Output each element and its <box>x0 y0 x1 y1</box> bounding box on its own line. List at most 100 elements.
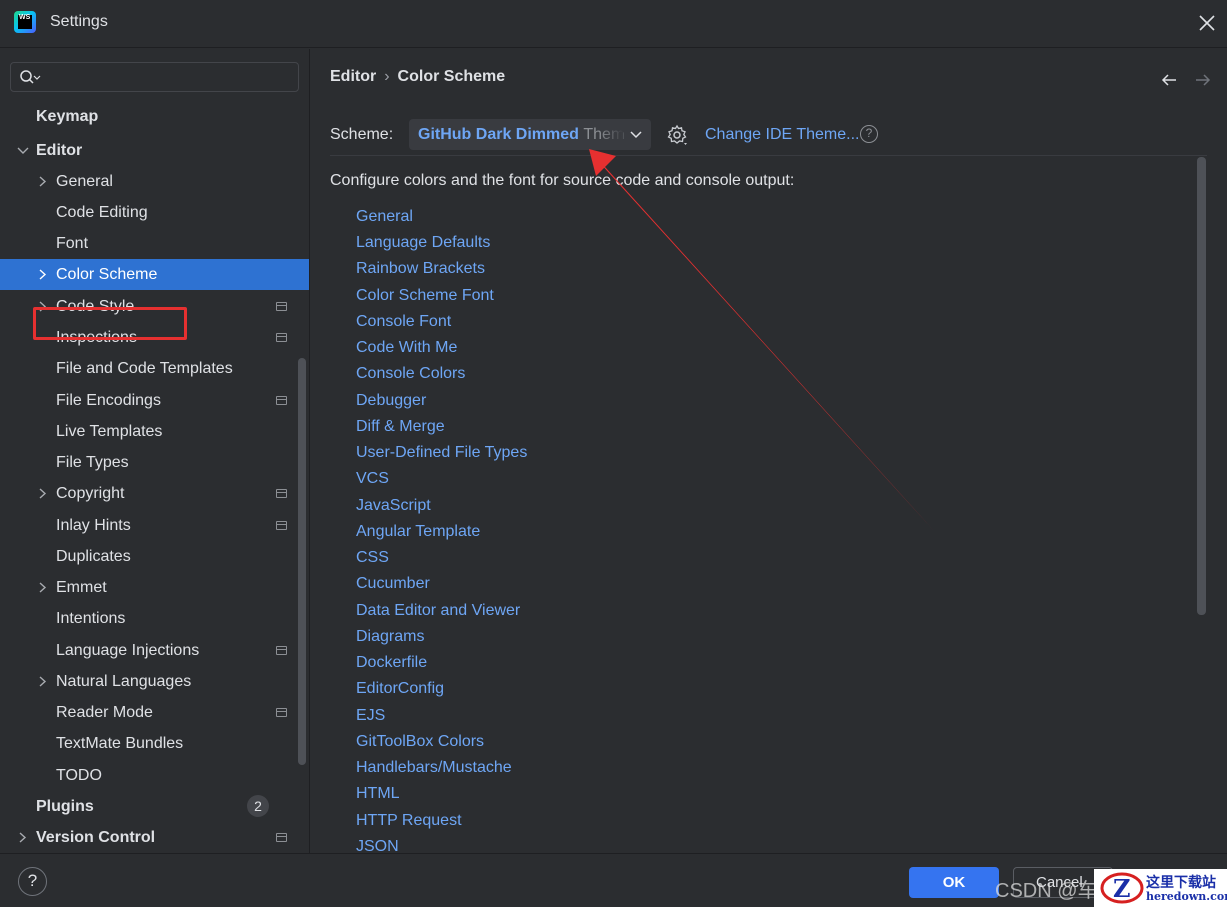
change-ide-theme-link[interactable]: Change IDE Theme... <box>705 126 859 144</box>
category-link-diff-merge[interactable]: Diff & Merge <box>356 417 445 437</box>
sidebar-item-code-editing[interactable]: Code Editing <box>0 197 309 228</box>
window-title: Settings <box>50 13 108 30</box>
forward-arrow-icon[interactable] <box>1194 71 1212 89</box>
sidebar-item-color-scheme[interactable]: Color Scheme <box>0 259 309 290</box>
chevron-down-icon[interactable] <box>17 146 29 156</box>
heredown-logo-icon: Z <box>1100 872 1144 904</box>
project-settings-icon <box>276 489 287 498</box>
breadcrumb: Editor › Color Scheme <box>330 68 505 86</box>
search-input[interactable] <box>10 62 299 92</box>
search-icon <box>20 70 41 84</box>
sidebar-item-plugins[interactable]: Plugins 2 <box>0 791 309 822</box>
sidebar-item-version-control[interactable]: Version Control <box>0 822 309 853</box>
watermark-line1: 这里下载站 <box>1146 875 1216 891</box>
sidebar-item-file-encodings[interactable]: File Encodings <box>0 385 309 416</box>
category-link-angular-template[interactable]: Angular Template <box>356 522 480 542</box>
category-link-http-request[interactable]: HTTP Request <box>356 811 462 831</box>
sidebar-item-label: Duplicates <box>56 548 131 565</box>
sidebar-item-todo[interactable]: TODO <box>0 760 309 791</box>
category-link-javascript[interactable]: JavaScript <box>356 496 431 516</box>
category-link-debugger[interactable]: Debugger <box>356 391 426 411</box>
sidebar-item-emmet[interactable]: Emmet <box>0 572 309 603</box>
gear-icon[interactable] <box>666 124 688 146</box>
sidebar-item-label: Code Editing <box>56 204 148 221</box>
sidebar-item-general[interactable]: General <box>0 166 309 197</box>
sidebar-item-copyright[interactable]: Copyright <box>0 478 309 509</box>
help-button[interactable]: ? <box>18 867 47 896</box>
close-icon[interactable] <box>1196 12 1218 34</box>
sidebar-item-file-types[interactable]: File Types <box>0 447 309 478</box>
breadcrumb-editor[interactable]: Editor <box>330 68 376 85</box>
category-link-dockerfile[interactable]: Dockerfile <box>356 653 427 673</box>
category-link-gittoolbox-colors[interactable]: GitToolBox Colors <box>356 732 484 752</box>
scheme-value: GitHub Dark Dimmed <box>418 126 579 143</box>
category-link-user-defined-file-types[interactable]: User-Defined File Types <box>356 443 527 463</box>
chevron-right-icon[interactable] <box>37 488 48 499</box>
content-scrollbar[interactable] <box>1197 157 1206 615</box>
chevron-down-icon <box>630 131 642 139</box>
watermark-line2: heredown.com <box>1146 890 1227 903</box>
scheme-dropdown[interactable]: GitHub Dark Dimmed Them <box>409 119 651 150</box>
ok-button[interactable]: OK <box>909 867 999 898</box>
sidebar-item-label: General <box>56 173 113 190</box>
sidebar-item-duplicates[interactable]: Duplicates <box>0 541 309 572</box>
sidebar-item-label: Reader Mode <box>56 704 153 721</box>
chevron-right-icon[interactable] <box>37 582 48 593</box>
back-arrow-icon[interactable] <box>1160 71 1178 89</box>
sidebar-item-label: Plugins <box>36 798 94 815</box>
scheme-label: Scheme: <box>330 126 394 143</box>
chevron-right-icon[interactable] <box>17 832 28 843</box>
sidebar-item-editor[interactable]: Editor <box>0 135 309 166</box>
project-settings-icon <box>276 833 287 842</box>
sidebar-item-label: Live Templates <box>56 423 163 440</box>
sidebar-item-label: File Types <box>56 454 129 471</box>
category-link-general[interactable]: General <box>356 207 413 227</box>
category-link-console-font[interactable]: Console Font <box>356 312 451 332</box>
sidebar-item-file-and-code-templates[interactable]: File and Code Templates <box>0 353 309 384</box>
category-link-handlebars-mustache[interactable]: Handlebars/Mustache <box>356 758 512 778</box>
separator <box>330 155 1207 156</box>
category-link-cucumber[interactable]: Cucumber <box>356 574 430 594</box>
category-link-html[interactable]: HTML <box>356 784 400 804</box>
category-link-console-colors[interactable]: Console Colors <box>356 364 465 384</box>
sidebar-item-label: File and Code Templates <box>56 360 233 377</box>
category-link-color-scheme-font[interactable]: Color Scheme Font <box>356 286 494 306</box>
project-settings-icon <box>276 302 287 311</box>
project-settings-icon <box>276 521 287 530</box>
sidebar-item-keymap[interactable]: Keymap <box>0 101 309 132</box>
sidebar-item-textmate-bundles[interactable]: TextMate Bundles <box>0 728 309 759</box>
sidebar-item-language-injections[interactable]: Language Injections <box>0 635 309 666</box>
category-link-data-editor-and-viewer[interactable]: Data Editor and Viewer <box>356 601 520 621</box>
sidebar-item-natural-languages[interactable]: Natural Languages <box>0 666 309 697</box>
category-link-code-with-me[interactable]: Code With Me <box>356 338 457 358</box>
sidebar-item-label: Intentions <box>56 610 126 627</box>
help-icon[interactable]: ? <box>860 125 878 143</box>
category-link-ejs[interactable]: EJS <box>356 706 385 726</box>
sidebar-item-reader-mode[interactable]: Reader Mode <box>0 697 309 728</box>
panel-divider[interactable] <box>309 49 310 853</box>
category-link-editorconfig[interactable]: EditorConfig <box>356 679 444 699</box>
breadcrumb-color-scheme: Color Scheme <box>397 68 506 85</box>
chevron-right-icon[interactable] <box>37 676 48 687</box>
sidebar-item-inlay-hints[interactable]: Inlay Hints <box>0 510 309 541</box>
sidebar-scrollbar[interactable] <box>298 358 306 765</box>
project-settings-icon <box>276 396 287 405</box>
sidebar-item-intentions[interactable]: Intentions <box>0 603 309 634</box>
category-link-rainbow-brackets[interactable]: Rainbow Brackets <box>356 259 485 279</box>
sidebar-item-label: File Encodings <box>56 392 161 409</box>
category-link-diagrams[interactable]: Diagrams <box>356 627 424 647</box>
sidebar-item-label: Emmet <box>56 579 107 596</box>
sidebar-item-live-templates[interactable]: Live Templates <box>0 416 309 447</box>
category-link-css[interactable]: CSS <box>356 548 389 568</box>
title-bar: WS Settings <box>0 0 1227 48</box>
chevron-right-icon[interactable] <box>37 269 48 280</box>
svg-text:Z: Z <box>1113 874 1131 903</box>
category-link-vcs[interactable]: VCS <box>356 469 389 489</box>
csdn-watermark: CSDN @车 <box>995 880 1098 902</box>
sidebar-item-label: TextMate Bundles <box>56 735 184 752</box>
chevron-right-icon[interactable] <box>37 176 48 187</box>
category-link-language-defaults[interactable]: Language Defaults <box>356 233 490 253</box>
sidebar-item-font[interactable]: Font <box>0 228 309 259</box>
settings-sidebar: Keymap Editor General Code Editing Font … <box>0 49 310 853</box>
sidebar-item-label: Keymap <box>36 108 99 125</box>
